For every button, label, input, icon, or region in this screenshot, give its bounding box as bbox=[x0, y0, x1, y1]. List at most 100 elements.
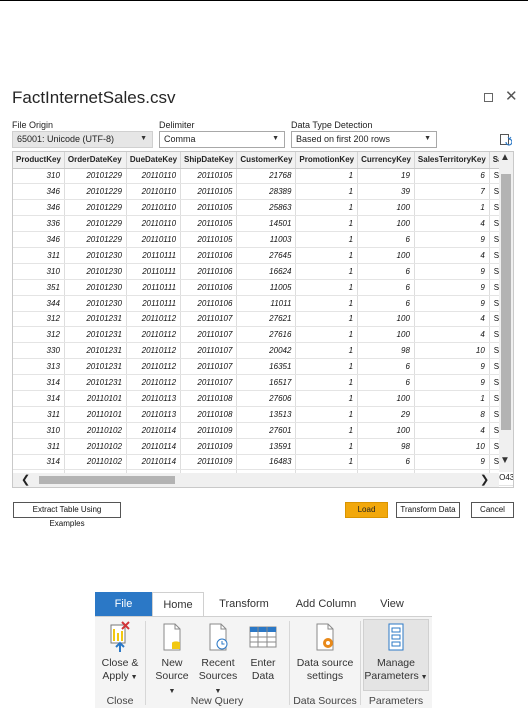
table-cell: 9 bbox=[414, 279, 490, 296]
data-type-detection-label: Data Type Detection bbox=[291, 120, 373, 130]
table-cell: 20101231 bbox=[64, 311, 127, 328]
data-source-settings-button[interactable]: Data source settings bbox=[294, 621, 356, 683]
table-cell: 100 bbox=[357, 199, 415, 217]
table-cell: 100 bbox=[357, 247, 415, 264]
table-cell: 314 bbox=[13, 454, 65, 471]
table-cell: 314 bbox=[13, 374, 65, 391]
table-cell: 20110107 bbox=[180, 311, 238, 328]
table-cell: 20110106 bbox=[180, 247, 238, 264]
table-row: 346201012292011011020110105283891397SO43… bbox=[13, 183, 513, 201]
column-header[interactable]: PromotionKey bbox=[295, 152, 359, 169]
table-cell: 1 bbox=[295, 311, 359, 328]
table-cell: 20101231 bbox=[64, 358, 127, 376]
recent-sources-button[interactable]: Recent Sources ▼ bbox=[195, 621, 241, 698]
horizontal-scroll-thumb[interactable] bbox=[39, 476, 175, 484]
table-cell: 6 bbox=[357, 454, 415, 471]
column-header[interactable]: OrderDateKey bbox=[64, 152, 127, 169]
column-header[interactable]: CustomerKey bbox=[236, 152, 297, 169]
table-cell: 9 bbox=[414, 295, 490, 312]
table-cell: 20110112 bbox=[126, 326, 182, 344]
table-cell: 7 bbox=[414, 183, 490, 201]
column-header[interactable]: ShipDateKey bbox=[180, 152, 238, 169]
table-cell: 8 bbox=[414, 406, 490, 423]
table-cell: 311 bbox=[13, 247, 65, 264]
table-cell: 20110108 bbox=[180, 406, 238, 423]
vertical-scrollbar[interactable]: ▲ ▼ bbox=[499, 152, 513, 472]
close-apply-button[interactable]: Close & Apply ▼ bbox=[98, 621, 142, 684]
tab-home[interactable]: Home bbox=[152, 592, 204, 618]
tab-transform[interactable]: Transform bbox=[209, 592, 279, 617]
caret-down-icon: ▼ bbox=[168, 688, 176, 695]
table-cell: 20110109 bbox=[180, 422, 238, 439]
column-header[interactable]: ProductKey bbox=[13, 152, 65, 169]
preview-table-container: ProductKey OrderDateKey DueDateKey ShipDate… bbox=[12, 151, 514, 488]
table-cell: 1 bbox=[295, 263, 359, 280]
table-cell: 20110112 bbox=[126, 311, 182, 328]
table-cell: 330 bbox=[13, 342, 65, 360]
table-cell: 20110106 bbox=[180, 279, 238, 296]
table-cell: 20110102 bbox=[64, 438, 127, 455]
vertical-scroll-thumb[interactable] bbox=[501, 174, 511, 430]
dialog-title: FactInternetSales.csv bbox=[12, 88, 176, 107]
group-separator bbox=[360, 621, 361, 705]
scroll-right-icon[interactable]: ❯ bbox=[480, 473, 489, 486]
scroll-up-icon[interactable]: ▲ bbox=[500, 152, 510, 163]
table-cell: 21768 bbox=[236, 168, 297, 185]
transform-data-button[interactable]: Transform Data bbox=[396, 502, 460, 518]
scroll-left-icon[interactable]: ❮ bbox=[21, 473, 30, 486]
table-cell: 6 bbox=[414, 168, 490, 185]
table-cell: 346 bbox=[13, 231, 65, 248]
scroll-down-icon[interactable]: ▼ bbox=[500, 455, 510, 466]
enter-data-button[interactable]: Enter Data bbox=[243, 621, 283, 683]
new-source-label-2: Source bbox=[155, 670, 189, 682]
table-cell: 27616 bbox=[236, 326, 297, 344]
refresh-icon[interactable] bbox=[499, 133, 512, 146]
table-cell: 20110111 bbox=[126, 295, 182, 312]
table-cell: 1 bbox=[295, 279, 359, 296]
data-type-detection-value: Based on first 200 rows bbox=[296, 134, 391, 144]
table-cell: 1 bbox=[295, 215, 359, 233]
table-cell: 20101229 bbox=[64, 215, 127, 233]
table-cell: 20110101 bbox=[64, 390, 127, 407]
tab-add-column[interactable]: Add Column bbox=[289, 592, 363, 617]
horizontal-scrollbar[interactable]: ❮ ❯ bbox=[13, 473, 499, 487]
table-body: 310201012292011011020110105217681196SO43… bbox=[13, 168, 513, 487]
column-header[interactable]: CurrencyKey bbox=[357, 152, 415, 169]
data-source-settings-label-2: settings bbox=[306, 670, 344, 682]
table-cell: 20110107 bbox=[180, 374, 238, 391]
table-cell: 20110102 bbox=[64, 422, 127, 439]
table-cell: 27601 bbox=[236, 422, 297, 439]
column-header[interactable]: DueDateKey bbox=[126, 152, 182, 169]
tab-file[interactable]: File bbox=[95, 592, 152, 617]
cancel-button[interactable]: Cancel bbox=[471, 502, 514, 518]
table-cell: 16624 bbox=[236, 263, 297, 280]
group-label-new-query: New Query bbox=[190, 695, 244, 707]
table-cell: 11005 bbox=[236, 279, 297, 296]
file-origin-dropdown[interactable]: 65001: Unicode (UTF-8) ▼ bbox=[12, 131, 153, 148]
table-row: 31420101231201101122011010716517169SO437… bbox=[13, 374, 513, 391]
new-source-button[interactable]: New Source ▼ bbox=[151, 621, 193, 698]
close-icon[interactable]: ✕ bbox=[505, 89, 518, 104]
load-button[interactable]: Load bbox=[345, 502, 388, 518]
recent-sources-label-2: Sources bbox=[198, 670, 238, 682]
table-row: 310201012292011011020110105217681196SO43… bbox=[13, 168, 513, 185]
table-cell: 16517 bbox=[236, 374, 297, 391]
extract-table-button[interactable]: Extract Table Using Examples bbox=[13, 502, 121, 528]
data-type-detection-dropdown[interactable]: Based on first 200 rows ▼ bbox=[291, 131, 437, 148]
table-cell: 9 bbox=[414, 263, 490, 280]
delimiter-dropdown[interactable]: Comma ▼ bbox=[159, 131, 285, 148]
maximize-icon[interactable] bbox=[484, 93, 493, 102]
table-row: 3362010122920110110201101051450111004SO4… bbox=[13, 215, 513, 233]
tab-view[interactable]: View bbox=[371, 592, 413, 617]
table-cell: 1 bbox=[414, 199, 490, 217]
table-cell: 29 bbox=[357, 406, 415, 423]
table-cell: 20110111 bbox=[126, 279, 182, 296]
table-cell: 1 bbox=[295, 454, 359, 471]
new-source-icon bbox=[163, 623, 181, 651]
column-header[interactable]: SalesTerritoryKey bbox=[414, 152, 490, 169]
table-cell: 20110110 bbox=[126, 231, 182, 248]
table-cell: 9 bbox=[414, 454, 490, 471]
table-cell: 6 bbox=[357, 374, 415, 391]
manage-parameters-button[interactable]: Manage Parameters ▼ bbox=[363, 621, 429, 684]
table-cell: 14501 bbox=[236, 215, 297, 233]
